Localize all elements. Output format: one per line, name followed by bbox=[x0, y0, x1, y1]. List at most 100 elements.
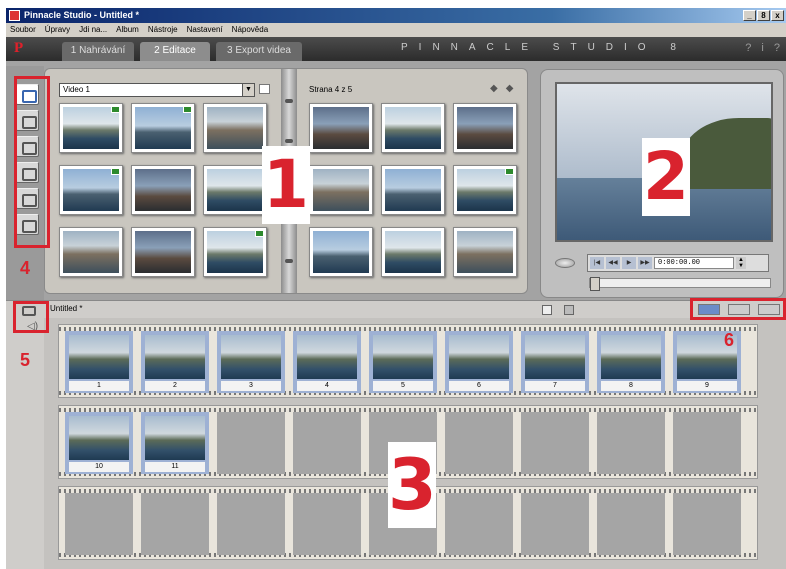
empty-slot[interactable] bbox=[445, 412, 513, 474]
album-scene[interactable] bbox=[59, 165, 123, 215]
brand-text: PINNACLE STUDIO 8 bbox=[401, 42, 687, 53]
album-scene[interactable] bbox=[203, 103, 267, 153]
album-page-info: Strana 4 z 5 bbox=[309, 85, 353, 94]
album-scene[interactable] bbox=[309, 165, 373, 215]
pinnacle-logo: P bbox=[14, 40, 24, 56]
empty-slot[interactable] bbox=[217, 412, 285, 474]
storyboard-clip[interactable]: 11 bbox=[141, 412, 209, 474]
movie-window-bar: Untitled * bbox=[6, 300, 786, 318]
album-scene[interactable] bbox=[309, 103, 373, 153]
app-icon bbox=[9, 10, 20, 21]
split-clip-icon[interactable] bbox=[542, 305, 552, 315]
album-scene[interactable] bbox=[59, 103, 123, 153]
storyboard-clip[interactable]: 6 bbox=[445, 331, 513, 393]
transport-controls: |◀ ◀◀ ▶ ▶▶ 0:00:00.00 ▲ ▼ bbox=[587, 254, 769, 272]
empty-slot[interactable] bbox=[293, 412, 361, 474]
album-view-button[interactable] bbox=[259, 84, 270, 94]
empty-slot[interactable] bbox=[445, 493, 513, 555]
fast-forward-button[interactable]: ▶▶ bbox=[638, 257, 652, 269]
empty-slot[interactable] bbox=[217, 493, 285, 555]
storyboard-clip[interactable]: 2 bbox=[141, 331, 209, 393]
clip-number: 10 bbox=[69, 462, 129, 472]
clip-number: 2 bbox=[145, 381, 205, 391]
storyboard-clip[interactable]: 3 bbox=[217, 331, 285, 393]
question-icon[interactable]: ? bbox=[774, 42, 780, 54]
menu-jdi-na[interactable]: Jdi na... bbox=[79, 23, 107, 37]
album-scene[interactable] bbox=[381, 165, 445, 215]
tab-make-movie[interactable]: 3 Export videa bbox=[216, 42, 302, 61]
empty-slot[interactable] bbox=[65, 493, 133, 555]
empty-slot[interactable] bbox=[673, 412, 741, 474]
album-scene[interactable] bbox=[381, 103, 445, 153]
album-scene[interactable] bbox=[381, 227, 445, 277]
scrubber-bar[interactable] bbox=[589, 277, 771, 291]
empty-slot[interactable] bbox=[597, 493, 665, 555]
album-scene[interactable] bbox=[131, 227, 195, 277]
storyboard-clip[interactable]: 7 bbox=[521, 331, 589, 393]
page-prev-icon[interactable]: ◆ bbox=[490, 83, 498, 94]
minimize-button[interactable]: _ bbox=[743, 10, 756, 21]
annotation-number-6: 6 bbox=[724, 330, 735, 350]
timecode-spinner[interactable]: ▲ ▼ bbox=[736, 257, 746, 269]
clip-number: 1 bbox=[69, 381, 129, 391]
mode-navbar: P 1 Nahrávání 2 Editace 3 Export videa P… bbox=[6, 37, 786, 61]
clip-number: 5 bbox=[373, 381, 433, 391]
album-scene[interactable] bbox=[453, 227, 517, 277]
tab-capture[interactable]: 1 Nahrávání bbox=[62, 42, 134, 61]
go-to-start-button[interactable]: |◀ bbox=[590, 257, 604, 269]
window-title: Pinnacle Studio - Untitled * bbox=[24, 10, 140, 20]
annotation-box-tools bbox=[14, 76, 50, 248]
chevron-down-icon[interactable]: ▼ bbox=[242, 84, 254, 96]
help-icon[interactable]: ? bbox=[745, 42, 751, 54]
disc-icon[interactable] bbox=[555, 258, 575, 268]
menu-soubor[interactable]: Soubor bbox=[10, 23, 36, 37]
menu-nastroje[interactable]: Nástroje bbox=[148, 23, 178, 37]
scrubber-handle[interactable] bbox=[590, 277, 600, 291]
close-button[interactable]: x bbox=[771, 10, 784, 21]
storyboard-clip[interactable]: 8 bbox=[597, 331, 665, 393]
clip-number: 9 bbox=[677, 381, 737, 391]
empty-slot[interactable] bbox=[521, 412, 589, 474]
album-scene[interactable] bbox=[203, 165, 267, 215]
annotation-number-3: 3 bbox=[388, 442, 437, 528]
tab-edit[interactable]: 2 Editace bbox=[140, 42, 210, 61]
menu-album[interactable]: Album bbox=[116, 23, 139, 37]
album-section-dropdown[interactable]: Video 1 ▼ bbox=[59, 83, 255, 97]
rewind-button[interactable]: ◀◀ bbox=[606, 257, 620, 269]
album-scene[interactable] bbox=[309, 227, 373, 277]
clip-number: 6 bbox=[449, 381, 509, 391]
storyboard-clip[interactable]: 10 bbox=[65, 412, 133, 474]
annotation-number-1: 1 bbox=[262, 146, 310, 224]
album-scene[interactable] bbox=[453, 165, 517, 215]
play-button[interactable]: ▶ bbox=[622, 257, 636, 269]
menu-napoveda[interactable]: Nápověda bbox=[232, 23, 268, 37]
annotation-number-2: 2 bbox=[642, 138, 690, 216]
empty-slot[interactable] bbox=[597, 412, 665, 474]
timecode-field[interactable]: 0:00:00.00 bbox=[654, 257, 734, 269]
annotation-box-viewmodes bbox=[690, 298, 786, 320]
album-scene[interactable] bbox=[453, 103, 517, 153]
album-scene[interactable] bbox=[59, 227, 123, 277]
clip-number: 11 bbox=[145, 462, 205, 472]
maximize-button[interactable]: 8 bbox=[757, 10, 770, 21]
clip-number: 4 bbox=[297, 381, 357, 391]
menu-nastaveni[interactable]: Nastavení bbox=[187, 23, 223, 37]
empty-slot[interactable] bbox=[293, 493, 361, 555]
empty-slot[interactable] bbox=[141, 493, 209, 555]
info-icon[interactable]: i bbox=[761, 42, 763, 54]
project-title: Untitled * bbox=[50, 304, 83, 313]
storyboard-clip[interactable]: 4 bbox=[293, 331, 361, 393]
scene-used-icon bbox=[111, 106, 120, 113]
storyboard-clip[interactable]: 1 bbox=[65, 331, 133, 393]
page-next-icon[interactable]: ◆ bbox=[506, 83, 514, 94]
trash-icon[interactable] bbox=[564, 305, 574, 315]
album-scene[interactable] bbox=[131, 165, 195, 215]
album-scene[interactable] bbox=[131, 103, 195, 153]
empty-slot[interactable] bbox=[521, 493, 589, 555]
storyboard-clip[interactable]: 5 bbox=[369, 331, 437, 393]
menu-bar: Soubor Úpravy Jdi na... Album Nástroje N… bbox=[6, 23, 786, 37]
menu-upravy[interactable]: Úpravy bbox=[45, 23, 70, 37]
scene-used-icon bbox=[255, 230, 264, 237]
empty-slot[interactable] bbox=[673, 493, 741, 555]
album-scene[interactable] bbox=[203, 227, 267, 277]
